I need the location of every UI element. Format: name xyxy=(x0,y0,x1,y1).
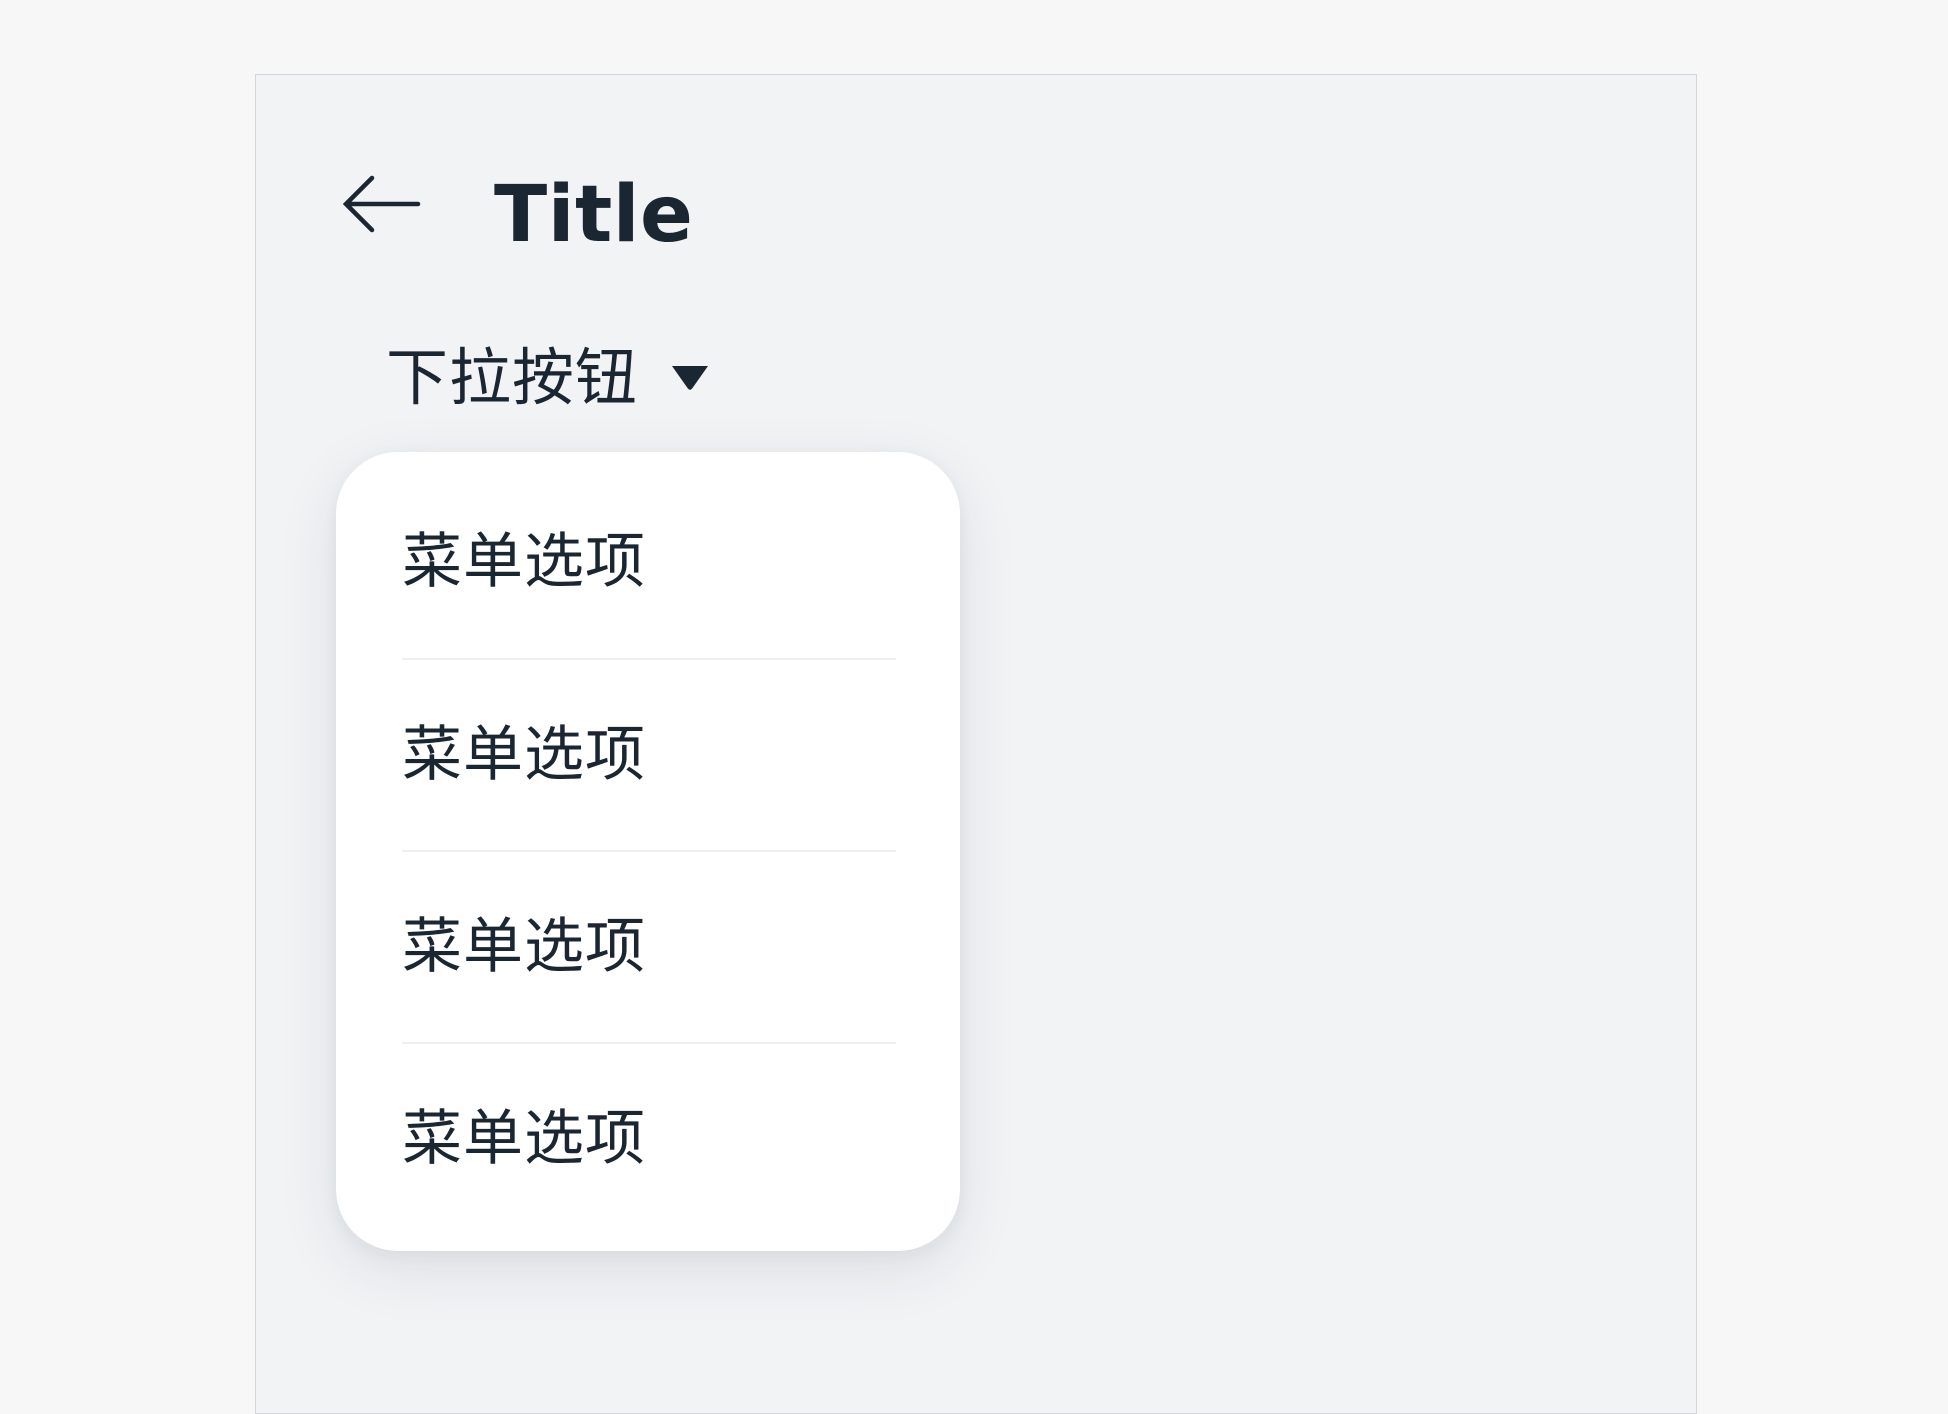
menu-item-label: 菜单选项 xyxy=(402,912,646,982)
caret-down-icon xyxy=(672,366,709,390)
app-bar: Title xyxy=(256,75,1696,265)
menu-item[interactable]: 菜单选项 xyxy=(336,659,960,851)
menu-item-label: 菜单选项 xyxy=(402,1104,646,1174)
menu-item-label: 菜单选项 xyxy=(402,527,646,597)
dropdown-button-label: 下拉按钮 xyxy=(386,341,639,414)
back-button[interactable] xyxy=(336,161,426,251)
app-screen: Title 下拉按钮 菜单选项 菜单选项 菜单选项 菜单选项 xyxy=(255,74,1697,1414)
dropdown-button[interactable]: 下拉按钮 xyxy=(386,333,710,423)
menu-item[interactable]: 菜单选项 xyxy=(336,1043,960,1235)
menu-item[interactable]: 菜单选项 xyxy=(336,851,960,1043)
page-title: Title xyxy=(494,170,694,260)
arrow-left-icon xyxy=(342,175,421,233)
dropdown-menu: 菜单选项 菜单选项 菜单选项 菜单选项 xyxy=(336,452,960,1251)
menu-item-label: 菜单选项 xyxy=(402,720,646,790)
menu-item[interactable]: 菜单选项 xyxy=(336,466,960,658)
